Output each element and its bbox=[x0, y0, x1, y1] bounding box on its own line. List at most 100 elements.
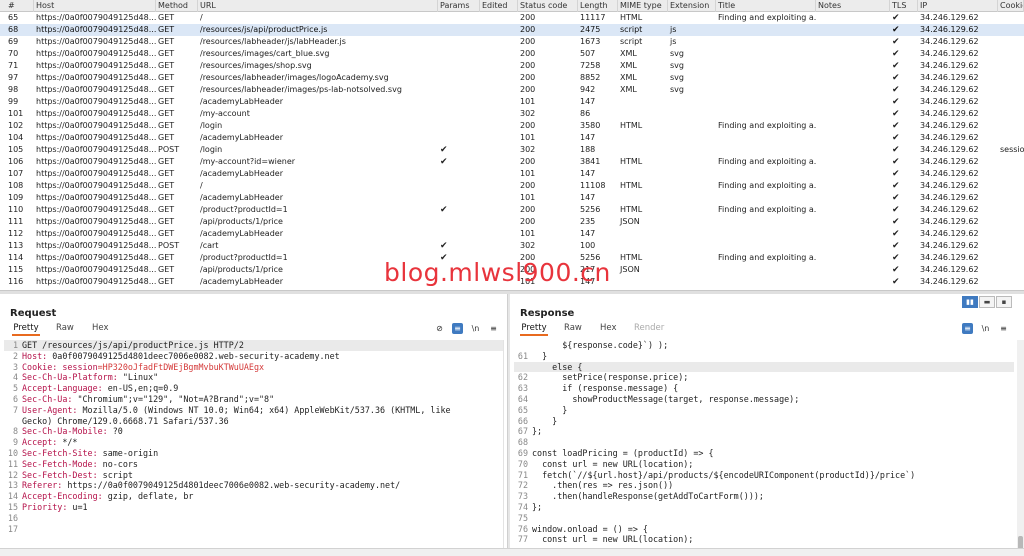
header-value: same-origin bbox=[97, 447, 159, 458]
col-header-number[interactable]: # bbox=[0, 0, 34, 12]
cell-cookie bbox=[998, 24, 1024, 36]
table-row[interactable]: 70 https://0a0f0079049125d48... GET/resour… bbox=[0, 48, 1024, 60]
cell-tls: ✔ bbox=[892, 229, 900, 239]
cell-num: 104 bbox=[8, 133, 24, 142]
layout-single-button[interactable]: ▪ bbox=[996, 296, 1012, 308]
line-number: 68 bbox=[517, 437, 528, 448]
col-header-title[interactable]: Title bbox=[716, 0, 816, 12]
table-row[interactable]: 115 https://0a0f0079049125d48... GET/api/p… bbox=[0, 264, 1024, 276]
line-number: 15 bbox=[7, 501, 18, 512]
response-scrollbar[interactable] bbox=[1017, 340, 1024, 556]
col-header-notes[interactable]: Notes bbox=[816, 0, 890, 12]
menu-icon[interactable]: ≡ bbox=[488, 323, 499, 334]
cell-notes bbox=[816, 84, 890, 96]
col-header-host[interactable]: Host bbox=[34, 0, 156, 12]
table-row[interactable]: 110 https://0a0f0079049125d48... GET/produ… bbox=[0, 204, 1024, 216]
table-row[interactable]: 113 https://0a0f0079049125d48... POST/cart… bbox=[0, 240, 1024, 252]
col-header-extension[interactable]: Extension bbox=[668, 0, 716, 12]
table-row[interactable]: 107 https://0a0f0079049125d48... GET/acade… bbox=[0, 168, 1024, 180]
cell-host: https://0a0f0079049125d48... bbox=[36, 157, 156, 166]
cell-mime bbox=[618, 96, 668, 108]
cell-host: https://0a0f0079049125d48... bbox=[36, 181, 156, 190]
cell-params bbox=[438, 228, 480, 240]
col-header-url[interactable]: URL bbox=[198, 0, 438, 12]
cell-cookie bbox=[998, 180, 1024, 192]
cell-length: 11108 bbox=[580, 181, 606, 190]
code-line: 9 Accept: */* bbox=[4, 437, 503, 448]
cell-host: https://0a0f0079049125d48... bbox=[36, 25, 156, 34]
cell-length: 2475 bbox=[580, 25, 601, 34]
table-row[interactable]: 114 https://0a0f0079049125d48... GET/produ… bbox=[0, 252, 1024, 264]
cell-host: https://0a0f0079049125d48... bbox=[36, 13, 156, 22]
menu-icon[interactable]: ≡ bbox=[998, 323, 1009, 334]
col-header-mime[interactable]: MIME type bbox=[618, 0, 668, 12]
table-row[interactable]: 111 https://0a0f0079049125d48... GET/api/p… bbox=[0, 216, 1024, 228]
table-row[interactable]: 97 https://0a0f0079049125d48... GET/resour… bbox=[0, 72, 1024, 84]
line-number: 10 bbox=[7, 447, 18, 458]
table-row[interactable]: 108 https://0a0f0079049125d48... GET / 200 11… bbox=[0, 180, 1024, 192]
line-number: 64 bbox=[517, 393, 528, 404]
tab-response-raw[interactable]: Raw bbox=[564, 322, 582, 336]
response-editor[interactable]: ${response.code}`) ); 61 } else {62 setPr… bbox=[514, 340, 1014, 550]
tab-response-pretty[interactable]: Pretty bbox=[520, 322, 548, 336]
cell-cookie bbox=[998, 84, 1024, 96]
cell-title bbox=[716, 264, 816, 276]
table-row[interactable]: 104 https://0a0f0079049125d48... GET/acade… bbox=[0, 132, 1024, 144]
col-header-length[interactable]: Length bbox=[578, 0, 618, 12]
newline-toggle-icon[interactable]: \n bbox=[980, 323, 991, 334]
pretty-format-icon[interactable]: ≡ bbox=[962, 323, 973, 334]
table-row[interactable]: 116 https://0a0f0079049125d48... GET/acade… bbox=[0, 276, 1024, 288]
table-row[interactable]: 99 https://0a0f0079049125d48... GET/academ… bbox=[0, 96, 1024, 108]
cell-cookie bbox=[998, 60, 1024, 72]
cell-edited bbox=[480, 48, 518, 60]
cell-edited bbox=[480, 204, 518, 216]
header-name: Accept-Language: bbox=[22, 383, 103, 394]
col-header-tls[interactable]: TLS bbox=[890, 0, 918, 12]
col-header-method[interactable]: Method bbox=[156, 0, 198, 12]
col-header-status[interactable]: Status code bbox=[518, 0, 578, 12]
hide-nonprintable-icon[interactable]: ⊘ bbox=[434, 323, 445, 334]
cell-edited bbox=[480, 60, 518, 72]
pretty-format-icon[interactable]: ≡ bbox=[452, 323, 463, 334]
table-row[interactable]: 109 https://0a0f0079049125d48... GET/acade… bbox=[0, 192, 1024, 204]
cell-length: 147 bbox=[580, 277, 596, 286]
cell-params bbox=[438, 96, 480, 108]
table-row[interactable]: 98 https://0a0f0079049125d48... GET/resour… bbox=[0, 84, 1024, 96]
table-row[interactable]: 69 https://0a0f0079049125d48... GET/resour… bbox=[0, 36, 1024, 48]
cell-method: GET bbox=[158, 205, 175, 214]
tab-request-raw[interactable]: Raw bbox=[56, 322, 74, 336]
tab-response-hex[interactable]: Hex bbox=[600, 322, 617, 336]
table-row[interactable]: 101 https://0a0f0079049125d48... GET/my-ac… bbox=[0, 108, 1024, 120]
header-name: Accept-Encoding: bbox=[22, 491, 103, 502]
tab-request-hex[interactable]: Hex bbox=[92, 322, 109, 336]
cell-params: ✔ bbox=[440, 157, 448, 167]
tab-request-pretty[interactable]: Pretty bbox=[12, 322, 40, 336]
response-pane: ▮▮ ▬ ▪ Response Pretty Raw Hex Render ≡ … bbox=[510, 294, 1024, 556]
col-header-ip[interactable]: IP bbox=[918, 0, 998, 12]
table-row[interactable]: 71 https://0a0f0079049125d48... GET/resour… bbox=[0, 60, 1024, 72]
cell-ext bbox=[668, 132, 716, 144]
table-row[interactable]: 112 https://0a0f0079049125d48... GET/acade… bbox=[0, 228, 1024, 240]
col-header-params[interactable]: Params bbox=[438, 0, 480, 12]
tab-response-render[interactable]: Render bbox=[634, 322, 664, 336]
table-row[interactable]: 102 https://0a0f0079049125d48... GET/login… bbox=[0, 120, 1024, 132]
layout-stacked-button[interactable]: ▬ bbox=[979, 296, 995, 308]
cell-status: 302 bbox=[520, 109, 536, 118]
request-editor[interactable]: 1 GET /resources/js/api/productPrice.js H… bbox=[4, 340, 504, 550]
cell-status: 101 bbox=[520, 229, 536, 238]
table-row[interactable]: 68 https://0a0f0079049125d48... GET/resour… bbox=[0, 24, 1024, 36]
table-row[interactable]: 105 https://0a0f0079049125d48... POST/logi… bbox=[0, 144, 1024, 156]
table-row[interactable]: 106 https://0a0f0079049125d48... GET/my-ac… bbox=[0, 156, 1024, 168]
cell-mime: script bbox=[620, 37, 643, 46]
request-toolbar: ⊘ ≡ \n ≡ bbox=[434, 323, 504, 335]
col-header-edited[interactable]: Edited bbox=[480, 0, 518, 12]
cell-edited bbox=[480, 108, 518, 120]
cell-status: 200 bbox=[520, 37, 536, 46]
table-row[interactable]: 65 https://0a0f0079049125d48... GET / 200 111… bbox=[0, 12, 1024, 24]
newline-toggle-icon[interactable]: \n bbox=[470, 323, 481, 334]
cell-num: 106 bbox=[8, 157, 24, 166]
code-line: 73 .then(handleResponse(getAddToCartForm… bbox=[514, 491, 1014, 502]
layout-side-by-side-button[interactable]: ▮▮ bbox=[962, 296, 978, 308]
col-header-cookies[interactable]: Cookie bbox=[998, 0, 1024, 12]
cell-mime: HTML bbox=[620, 253, 643, 262]
